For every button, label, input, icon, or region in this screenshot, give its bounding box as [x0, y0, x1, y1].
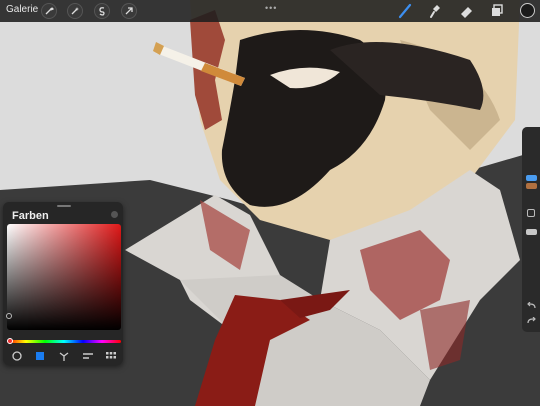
color-picker-cursor[interactable]	[6, 313, 12, 319]
hue-slider[interactable]	[7, 340, 121, 343]
brush-size-slider-thumb[interactable]	[526, 175, 537, 181]
gallery-button[interactable]: Galerie	[6, 4, 38, 15]
modify-square-icon[interactable]	[527, 209, 535, 217]
color-picker-field[interactable]	[7, 224, 121, 330]
more-options-handle[interactable]: •••	[265, 3, 277, 13]
panel-title: Farben	[12, 210, 49, 222]
top-toolbar: Galerie •••	[0, 0, 540, 22]
brush-size-preview	[526, 183, 537, 189]
current-color-swatch[interactable]	[520, 3, 535, 18]
undo-icon[interactable]	[526, 302, 537, 310]
classic-icon[interactable]	[34, 350, 46, 362]
smudge-icon[interactable]	[428, 3, 444, 19]
layers-icon[interactable]	[489, 3, 505, 19]
harmony-icon[interactable]	[58, 350, 70, 362]
opacity-slider-thumb[interactable]	[526, 229, 537, 235]
magic-wand-icon[interactable]	[67, 3, 83, 19]
panel-drag-handle[interactable]	[57, 205, 71, 207]
redo-icon[interactable]	[526, 317, 537, 325]
colors-panel: Farben	[3, 202, 123, 365]
sidebar	[522, 127, 540, 332]
brush-icon[interactable]	[397, 3, 413, 19]
transform-arrow-icon[interactable]	[121, 3, 137, 19]
selection-icon[interactable]	[94, 3, 110, 19]
value-icon[interactable]	[82, 350, 94, 362]
panel-close-icon[interactable]	[111, 211, 118, 218]
disc-icon[interactable]	[11, 350, 23, 362]
hue-slider-thumb[interactable]	[7, 338, 13, 344]
palettes-icon[interactable]	[105, 350, 117, 362]
eraser-icon[interactable]	[458, 3, 474, 19]
wrench-icon[interactable]	[41, 3, 57, 19]
